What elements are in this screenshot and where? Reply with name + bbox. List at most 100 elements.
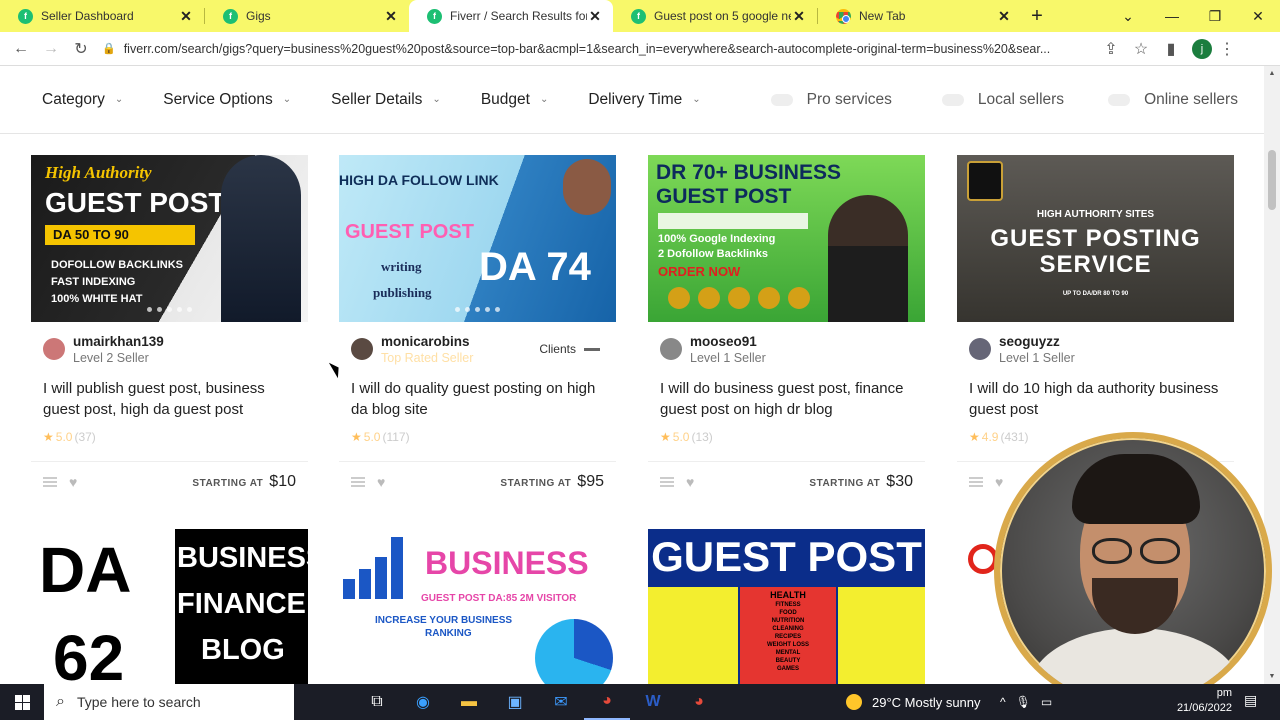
back-arrow-icon[interactable]: ← (6, 40, 36, 58)
toggle-online-sellers[interactable]: Online sellers (1108, 91, 1238, 109)
chrome-icon[interactable]: ◕ (584, 684, 630, 720)
seller-name[interactable]: seoguyzz (999, 334, 1075, 349)
gig-footer: ♥ STARTING AT $95 (339, 461, 616, 501)
scrollbar-thumb[interactable] (1268, 150, 1276, 210)
tab-seller-dashboard[interactable]: f Seller Dashboard ✕ (0, 0, 204, 32)
weather-widget[interactable]: 29°C Mostly sunny (846, 684, 981, 720)
taskbar-clock[interactable]: pm 21/06/2022 (1168, 686, 1232, 716)
close-icon[interactable]: ✕ (587, 8, 603, 25)
forward-arrow-icon[interactable]: → (36, 40, 66, 58)
toggle-switch[interactable] (941, 93, 964, 106)
scroll-down-arrow-icon[interactable]: ▼ (1264, 673, 1280, 680)
maximize-icon[interactable]: ❐ (1195, 0, 1235, 32)
menu-icon[interactable] (351, 476, 365, 487)
menu-icon[interactable] (969, 476, 983, 487)
profile-avatar[interactable]: j (1192, 38, 1212, 59)
thumb-text: RECIPES (774, 634, 802, 640)
toggle-pro-services[interactable]: Pro services (770, 91, 892, 109)
seller-name[interactable]: monicarobins (381, 334, 473, 349)
gig-thumbnail[interactable]: DR 70+ BUSINESS GUEST POST 100% Google I… (648, 155, 925, 322)
pie-graphic (535, 619, 613, 684)
close-icon[interactable]: ✕ (383, 8, 399, 25)
kebab-menu-icon[interactable]: ⋮ (1212, 39, 1242, 59)
browser-toolbar: ← → ↻ 🔒 fiverr.com/search/gigs?query=bus… (0, 32, 1280, 66)
seller-name[interactable]: umairkhan139 (73, 334, 164, 349)
filter-delivery-time[interactable]: Delivery Time ⌄ (588, 91, 700, 109)
taskbar-search-input[interactable]: ⌕ Type here to search (44, 684, 294, 720)
toggle-local-sellers[interactable]: Local sellers (941, 91, 1064, 109)
close-icon[interactable]: ✕ (791, 8, 807, 25)
thumb-text: HEALTH (770, 590, 806, 600)
window-close-icon[interactable]: ✕ (1238, 0, 1278, 32)
camera-icon[interactable]: ▭ (1041, 695, 1052, 709)
notification-icon[interactable]: ▤ (1244, 692, 1257, 709)
avatar[interactable] (660, 338, 682, 360)
thumb-text: BEAUTY (775, 658, 801, 664)
gig-card[interactable]: High Authority GUEST POST DA 50 TO 90 DO… (31, 155, 308, 495)
tab-new-tab[interactable]: New Tab ✕ (818, 0, 1022, 32)
scroll-up-arrow-icon[interactable]: ▲ (1264, 70, 1280, 77)
clients-badge[interactable]: Clients (539, 342, 600, 356)
avatar[interactable] (351, 338, 373, 360)
microphone-icon[interactable]: 🎙 (1016, 695, 1031, 709)
toggle-switch[interactable] (770, 93, 793, 106)
tab-guest-post[interactable]: f Guest post on 5 google new ✕ (613, 0, 817, 32)
gig-thumbnail[interactable]: DA 62 BUSINESS FINANCE BLOG (31, 529, 308, 684)
menu-icon[interactable] (660, 476, 674, 487)
close-icon[interactable]: ✕ (178, 8, 194, 25)
share-icon[interactable]: ⇪ (1096, 39, 1126, 59)
heart-icon[interactable]: ♥ (377, 474, 385, 490)
badge-row (668, 287, 810, 309)
tab-search-chevron-icon[interactable]: ⌄ (1108, 0, 1148, 32)
menu-icon[interactable] (43, 476, 57, 487)
gig-thumbnail[interactable]: HIGH AUTHORITY SITES GUEST POSTING SERVI… (957, 155, 1234, 322)
gig-title[interactable]: I will do business guest post, finance g… (660, 378, 913, 420)
bookmark-star-icon[interactable]: ☆ (1126, 39, 1156, 59)
heart-icon[interactable]: ♥ (995, 474, 1003, 490)
heart-icon[interactable]: ♥ (686, 474, 694, 490)
gig-card[interactable]: HIGH DA FOLLOW LINK GUEST POST writing p… (339, 155, 616, 495)
avatar[interactable] (43, 338, 65, 360)
seller-level: Level 2 Seller (73, 350, 149, 365)
gig-thumbnail[interactable]: GUEST POST HEALTH FITNESS FOOD NUTRITION… (648, 529, 925, 684)
windows-start-icon[interactable] (0, 694, 44, 710)
filter-seller-details[interactable]: Seller Details ⌄ (331, 91, 441, 109)
seller-name[interactable]: mooseo91 (690, 334, 766, 349)
side-panel-icon[interactable]: ▮ (1156, 39, 1186, 59)
store-icon[interactable]: ▣ (492, 684, 538, 720)
gig-title[interactable]: I will publish guest post, business gues… (43, 378, 296, 420)
reload-icon[interactable]: ↻ (66, 39, 96, 59)
gig-title[interactable]: I will do 10 high da authority business … (969, 378, 1222, 420)
mail-icon[interactable]: ✉ (538, 684, 584, 720)
star-icon: ★ (351, 430, 362, 444)
chrome-icon[interactable]: ◕ (676, 684, 722, 720)
avatar[interactable] (969, 338, 991, 360)
edge-icon[interactable]: ◉ (400, 684, 446, 720)
tray-chevron-up-icon[interactable]: ^ (1000, 695, 1006, 709)
gig-title[interactable]: I will do quality guest posting on high … (351, 378, 604, 420)
price-value: $95 (577, 472, 604, 490)
tab-search-results[interactable]: f Fiverr / Search Results for 'b ✕ (409, 0, 613, 32)
gig-thumbnail[interactable]: High Authority GUEST POST DA 50 TO 90 DO… (31, 155, 308, 322)
price-label: STARTING AT (500, 477, 572, 489)
gig-thumbnail[interactable]: BUSINESS GUEST POST DA:85 2M VISITOR INC… (339, 529, 616, 684)
new-tab-plus-icon[interactable]: + (1022, 0, 1052, 32)
filter-service-options[interactable]: Service Options ⌄ (163, 91, 291, 109)
tab-gigs[interactable]: f Gigs ✕ (205, 0, 409, 32)
gig-card[interactable]: DR 70+ BUSINESS GUEST POST 100% Google I… (648, 155, 925, 495)
task-view-icon[interactable]: ⧉ (354, 684, 400, 720)
chrome-icon (836, 8, 851, 24)
address-bar[interactable]: 🔒 fiverr.com/search/gigs?query=business%… (96, 36, 1096, 62)
minimize-icon[interactable]: — (1152, 0, 1192, 32)
carousel-dots[interactable] (339, 307, 616, 312)
toggle-switch[interactable] (1108, 93, 1131, 106)
close-icon[interactable]: ✕ (996, 8, 1012, 25)
heart-icon[interactable]: ♥ (69, 474, 77, 490)
file-explorer-icon[interactable]: ▬ (446, 684, 492, 720)
filter-category[interactable]: Category ⌄ (42, 91, 123, 109)
gig-thumbnail[interactable]: HIGH DA FOLLOW LINK GUEST POST writing p… (339, 155, 616, 322)
carousel-dots[interactable] (31, 307, 308, 312)
word-icon[interactable]: W (630, 684, 676, 720)
filter-budget[interactable]: Budget ⌄ (481, 91, 549, 109)
client-logo-icon (584, 347, 600, 351)
